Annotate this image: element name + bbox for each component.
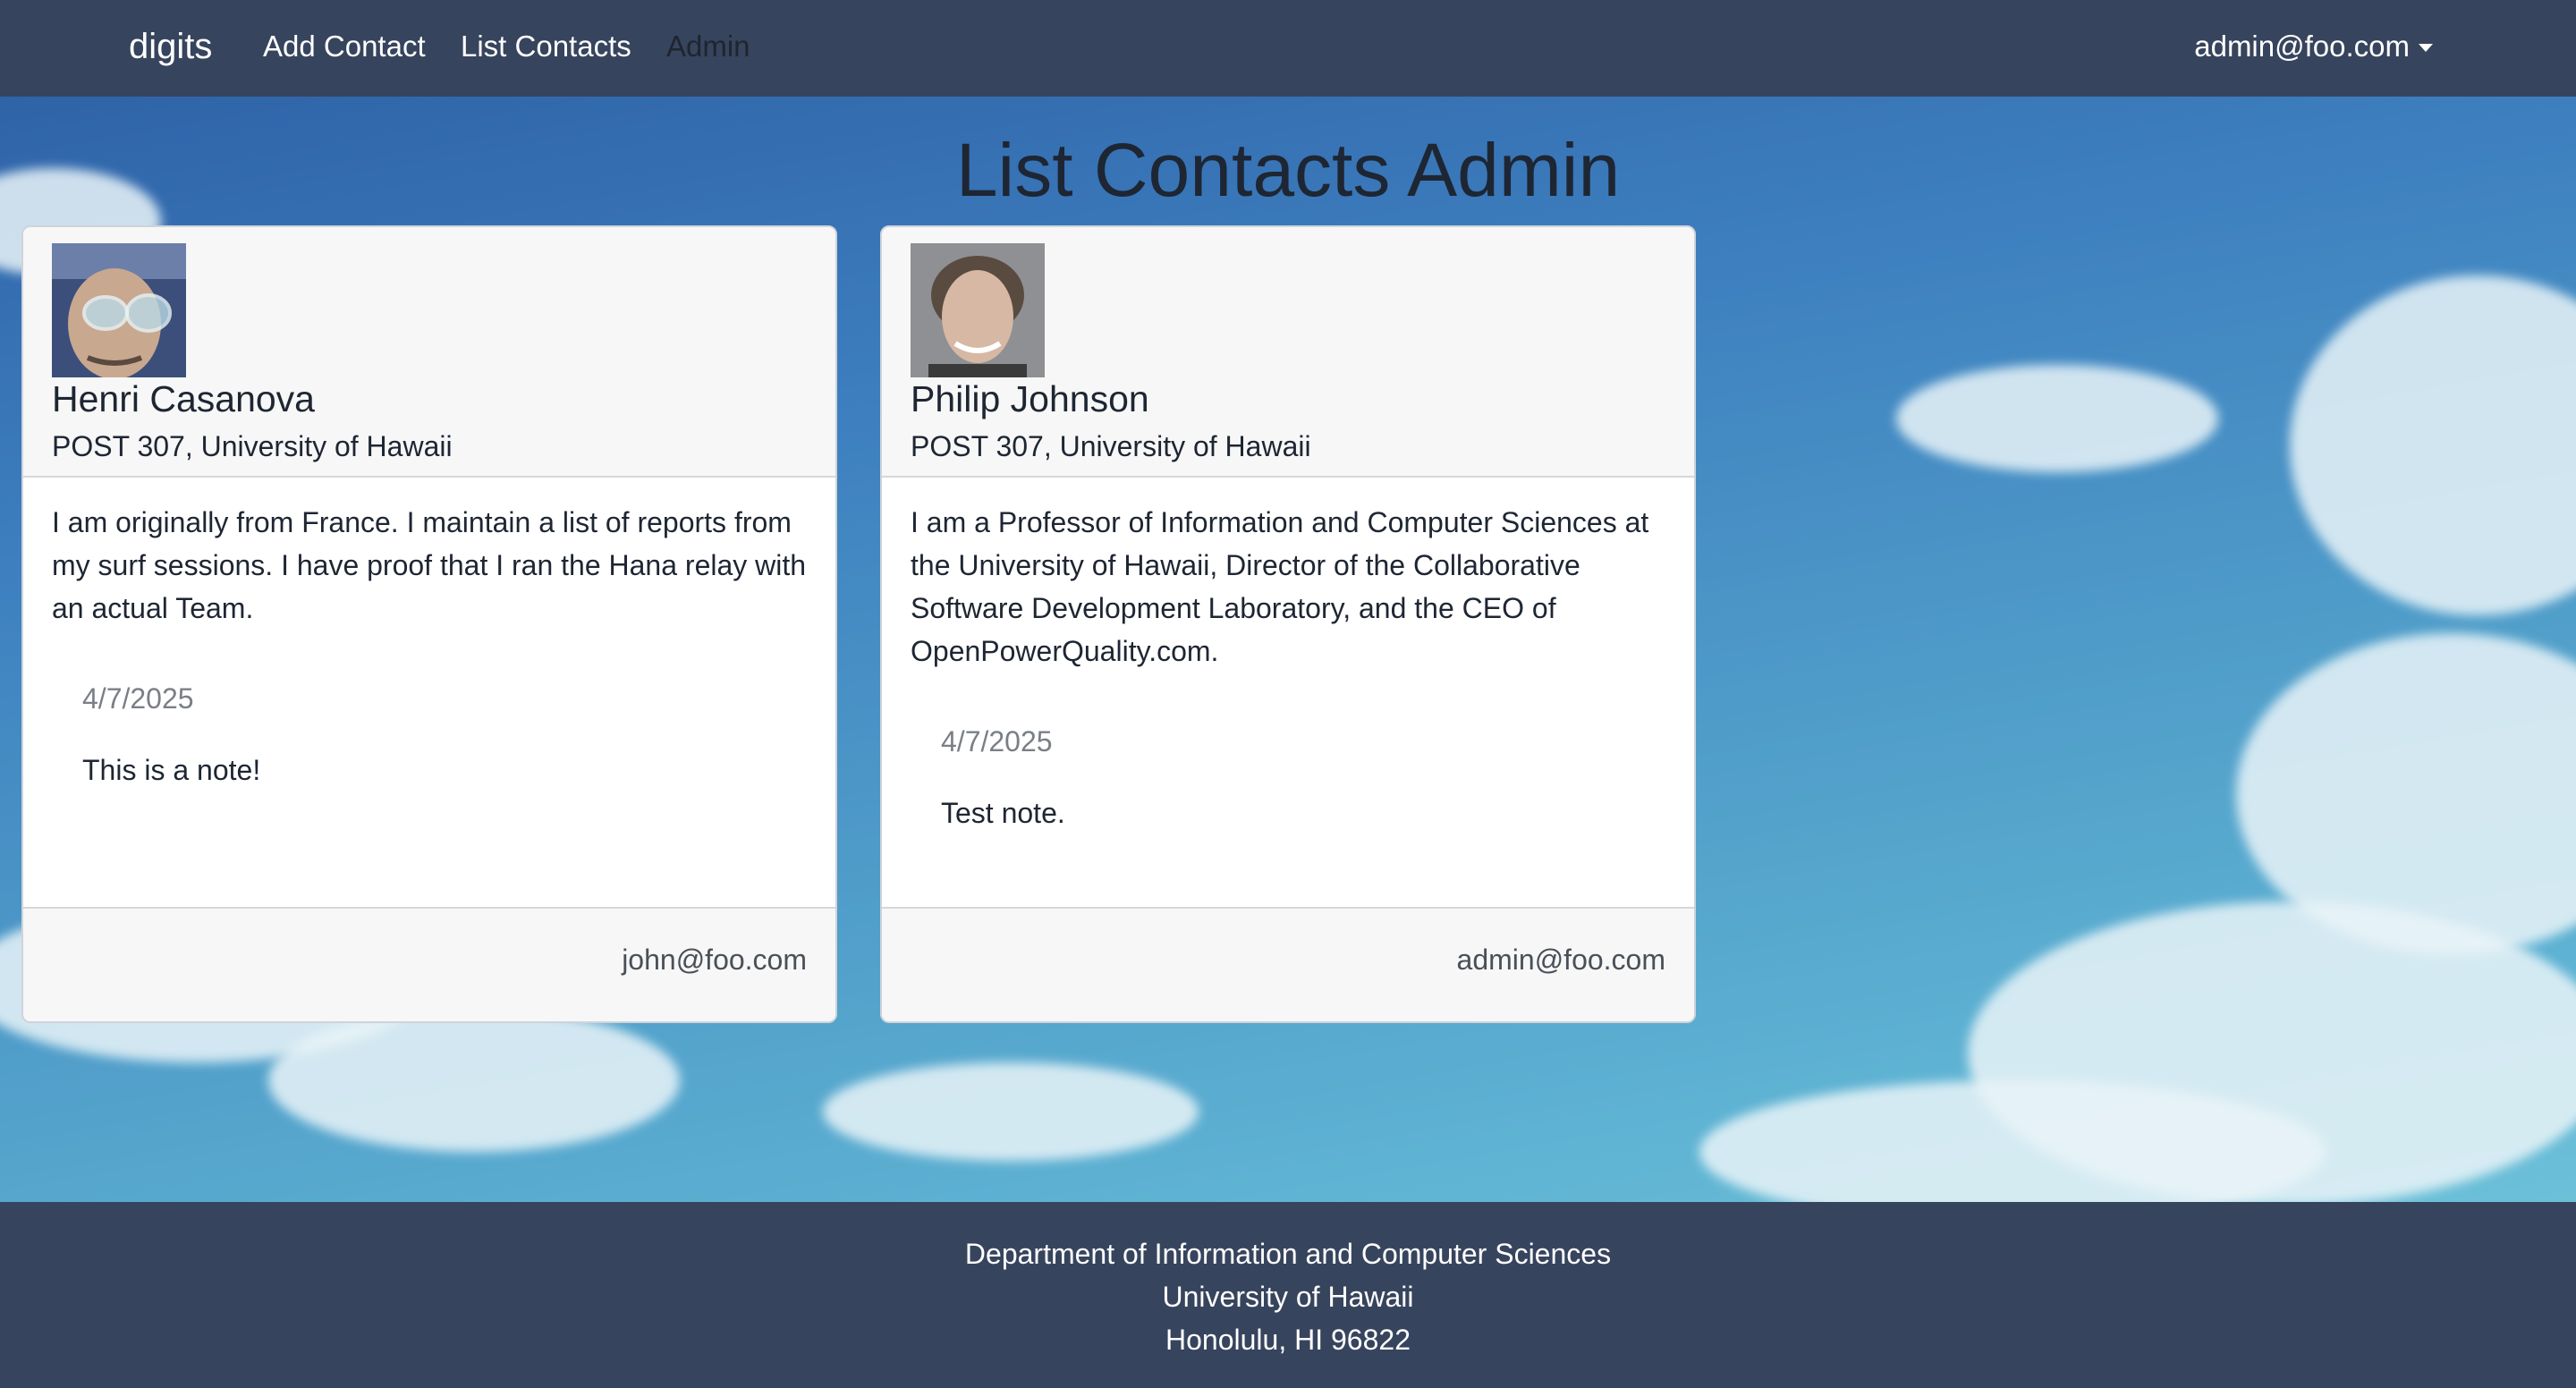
contact-owner: john@foo.com [622, 944, 807, 976]
brand-link[interactable]: digits [129, 21, 212, 72]
contact-card: Philip Johnson POST 307, University of H… [880, 225, 1696, 1023]
contact-avatar [52, 243, 186, 377]
card-header: Philip Johnson POST 307, University of H… [882, 227, 1694, 478]
contact-description: I am a Professor of Information and Comp… [911, 506, 1649, 667]
nav-admin[interactable]: Admin [666, 25, 750, 68]
note-date: 4/7/2025 [941, 725, 1053, 757]
card-header: Henri Casanova POST 307, University of H… [23, 227, 835, 478]
footer-university: University of Hawaii [1162, 1281, 1414, 1313]
contact-name: Philip Johnson [911, 378, 1149, 419]
footer-department: Department of Information and Computer S… [964, 1238, 1612, 1270]
note-text: Test note. [941, 797, 1065, 829]
navbar: digits Add Contact List Contacts Admin a… [0, 0, 2576, 97]
contact-address: POST 307, University of Hawaii [911, 430, 1311, 462]
card-footer: admin@foo.com [882, 907, 1694, 1021]
contact-card: Henri Casanova POST 307, University of H… [21, 225, 837, 1023]
page-title: List Contacts Admin [955, 128, 1621, 212]
user-dropdown[interactable]: admin@foo.com [2194, 25, 2433, 68]
nav-list-contacts[interactable]: List Contacts [461, 25, 631, 68]
card-footer: john@foo.com [23, 907, 835, 1021]
contact-name: Henri Casanova [52, 378, 315, 419]
note-date: 4/7/2025 [82, 682, 194, 715]
contact-address: POST 307, University of Hawaii [52, 430, 453, 462]
contact-owner: admin@foo.com [1456, 944, 1665, 976]
nav-add-contact[interactable]: Add Contact [263, 25, 426, 68]
contact-avatar [911, 243, 1045, 377]
user-email: admin@foo.com [2194, 30, 2410, 63]
contact-description: I am originally from France. I maintain … [52, 506, 807, 624]
page-footer: Department of Information and Computer S… [0, 1202, 2576, 1388]
footer-location: Honolulu, HI 96822 [1165, 1324, 1411, 1356]
caret-down-icon [2419, 43, 2433, 52]
note-text: This is a note! [82, 754, 261, 786]
